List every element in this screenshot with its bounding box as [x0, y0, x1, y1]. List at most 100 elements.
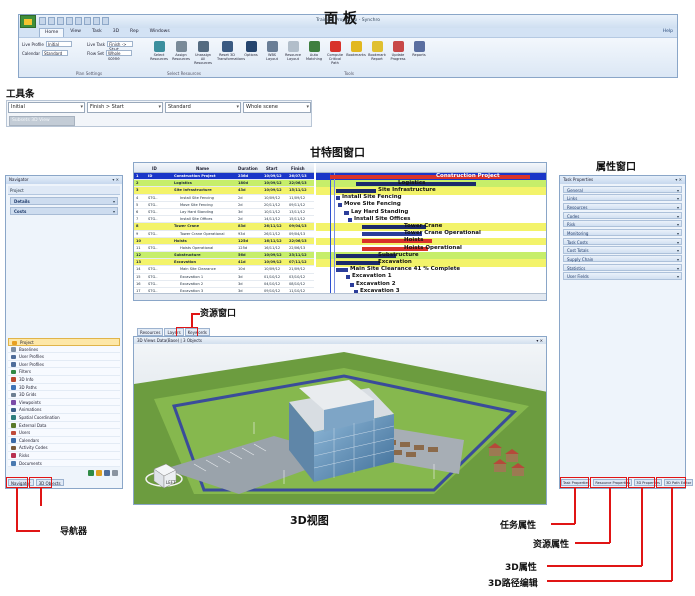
reset-3d-button[interactable]: Reset 3D Transformations	[217, 41, 245, 61]
navigator-item[interactable]: User Profiles	[8, 360, 120, 369]
property-section[interactable]: Codes	[563, 211, 682, 220]
calendar-combo[interactable]: Standard	[165, 102, 241, 113]
navigator-item[interactable]: Project	[8, 338, 120, 346]
navigator-item[interactable]: Activity Codes	[8, 444, 120, 452]
gantt-row[interactable]: 8 Tower Crane 83d 26/11/12 09/04/13	[134, 223, 314, 231]
navigator-item[interactable]: Users	[8, 429, 120, 437]
property-section[interactable]: General	[563, 185, 682, 194]
pane-controls-icon[interactable]: ▾ ✕	[112, 176, 119, 184]
gantt-row[interactable]: 13 Excavation 41d 10/09/12 07/11/12	[134, 259, 314, 267]
col-header-id[interactable]: ID	[152, 166, 157, 171]
gantt-row[interactable]: 12 Substructure 56d 10/09/12 23/11/12	[134, 252, 314, 260]
gantt-row[interactable]: 3 Site Infrastructure 43d 10/09/12 15/11/12	[134, 187, 314, 195]
property-section[interactable]: Risk	[563, 220, 682, 229]
navigator-item[interactable]: 3D Grids	[8, 391, 120, 399]
gantt-row[interactable]: 4 STG.. Install Site Fencing 2d 10/09/12 11/0…	[134, 194, 314, 202]
navigator-details-section[interactable]: Details	[10, 197, 118, 206]
gantt-row[interactable]: 1 ID Construction Project 236d 10/09/12 26/07…	[134, 173, 314, 181]
live-task-select[interactable]: Finish -> Start	[107, 41, 134, 52]
live-profile-select[interactable]: Initial	[45, 41, 72, 47]
subset-search-input[interactable]: Subsets 3D View	[9, 116, 75, 126]
unassign-resources-button[interactable]: Unassign All Resources	[193, 41, 213, 65]
add-icon[interactable]	[88, 470, 94, 476]
pane-controls-icon[interactable]: ▾ ✕	[536, 337, 543, 344]
gantt-task-bar[interactable]	[336, 189, 376, 193]
help-link[interactable]: Help	[663, 29, 673, 34]
tab-rep[interactable]: Rep	[125, 28, 144, 37]
navigator-item[interactable]: External Data	[8, 421, 120, 430]
property-section[interactable]: Supply Chain	[563, 255, 682, 263]
profile-combo[interactable]: Initial	[8, 102, 85, 113]
critical-path-button[interactable]: Compute Critical Path	[325, 41, 345, 65]
tab-resources[interactable]: Resources	[137, 328, 164, 336]
bookmark-report-button[interactable]: Bookmark Report	[367, 41, 387, 61]
gantt-task-bar[interactable]	[336, 261, 380, 265]
gantt-task-bar[interactable]	[346, 275, 350, 280]
gantt-task-bar[interactable]	[350, 282, 354, 287]
select-resources-button[interactable]: Select Resources	[149, 41, 169, 61]
assign-resources-button[interactable]: Assign Resources	[171, 41, 191, 61]
tab-windows[interactable]: Windows	[145, 28, 175, 37]
gantt-task-bar[interactable]	[336, 196, 340, 201]
gantt-horizontal-scrollbar[interactable]	[134, 293, 546, 300]
property-section[interactable]: Monitoring	[563, 228, 682, 237]
options-icon[interactable]	[112, 470, 118, 476]
gantt-task-bar[interactable]	[336, 268, 348, 273]
tab-home[interactable]: Home	[39, 28, 65, 37]
gantt-row[interactable]: 2 Logistics 180d 10/09/12 22/06/13	[134, 180, 314, 188]
navigator-item[interactable]: Risks	[8, 451, 120, 460]
navigator-costs-section[interactable]: Costs	[10, 207, 118, 216]
options-button[interactable]: Options	[241, 41, 261, 57]
gantt-task-bar[interactable]	[344, 210, 349, 215]
col-header-name[interactable]: Name	[196, 166, 209, 171]
3d-scene[interactable]: LEFT	[134, 344, 547, 505]
gantt-row[interactable]: 5 STG.. Move Site Fencing 2d 20/11/12 09/11/1…	[134, 201, 314, 209]
navigator-item[interactable]: Baselines	[8, 345, 120, 354]
navigator-item[interactable]: 3D Info	[8, 375, 120, 384]
calendar-select[interactable]: Standard	[42, 50, 68, 56]
gantt-row[interactable]: 10 Hoists 125d 16/11/12 22/06/13	[134, 237, 314, 245]
property-section[interactable]: Task Costs	[563, 237, 682, 246]
navigator-item[interactable]: Viewpoints	[8, 398, 120, 407]
gantt-row[interactable]: 11 STG.. Hoists Operational 125d 16/11/12 22/…	[134, 244, 314, 253]
gantt-task-bar[interactable]	[330, 174, 530, 179]
gantt-task-bar[interactable]	[338, 203, 342, 208]
gantt-row[interactable]: 6 STG.. Lay Hard Standing 3d 10/11/12 13/11/1…	[134, 208, 314, 217]
navigator-item[interactable]: Spatial Coordination	[8, 413, 120, 422]
property-section[interactable]: Cost Totals	[563, 246, 682, 255]
bookmarks-button[interactable]: Bookmarks	[346, 41, 366, 57]
navigator-item[interactable]: Animations	[8, 406, 120, 414]
col-header-finish[interactable]: Finish	[291, 166, 305, 171]
property-section[interactable]: User Fields	[563, 272, 682, 281]
gantt-row[interactable]: 14 STG.. Main Site Clearance 10d 10/09/12 21/…	[134, 266, 314, 274]
flow-set-select[interactable]: Whole scene	[105, 50, 132, 61]
auto-matching-button[interactable]: Auto Matching	[304, 41, 324, 61]
navigator-item[interactable]: 3D Paths	[8, 383, 120, 392]
tab-view[interactable]: View	[65, 28, 86, 37]
list-icon[interactable]	[104, 470, 110, 476]
scene-combo[interactable]: Whole scene	[243, 102, 311, 113]
wbs-layout-button[interactable]: WBS Layout	[262, 41, 282, 61]
col-header-start[interactable]: Start	[266, 166, 277, 171]
property-section[interactable]: Resources	[563, 202, 682, 211]
gantt-row[interactable]: 15 STG.. Excavation 1 3d 01/10/12 03/10/12	[134, 273, 314, 281]
gantt-row[interactable]: 7 STG.. Install Site Offices 2d 14/11/12 15/1…	[134, 216, 314, 224]
property-section[interactable]: Statistics	[563, 263, 682, 272]
navigator-item[interactable]: Calendars	[8, 436, 120, 445]
folder-icon[interactable]	[96, 470, 102, 476]
property-section[interactable]: Links	[563, 194, 682, 203]
tab-3d[interactable]: 3D	[108, 28, 124, 37]
col-header-duration[interactable]: Duration	[238, 166, 258, 171]
update-progress-button[interactable]: Update Progress	[388, 41, 408, 61]
tab-task[interactable]: Task	[87, 28, 107, 37]
navigator-item[interactable]: User Profiles	[8, 353, 120, 361]
navigator-item[interactable]: Filters	[8, 368, 120, 376]
gantt-row[interactable]: 9 STG.. Tower Crane Operational 93d 26/11/12…	[134, 230, 314, 238]
link-type-combo[interactable]: Finish > Start	[87, 102, 163, 113]
resource-layout-button[interactable]: Resource Layout	[283, 41, 303, 61]
pane-controls-icon[interactable]: ▾ ✕	[675, 176, 682, 184]
navigator-item[interactable]: Documents	[8, 459, 120, 468]
gantt-row[interactable]: 16 STG.. Excavation 2 3d 04/10/12 08/10/12	[134, 280, 314, 288]
reports-button[interactable]: Reports	[409, 41, 429, 57]
gantt-task-bar[interactable]	[348, 217, 352, 222]
